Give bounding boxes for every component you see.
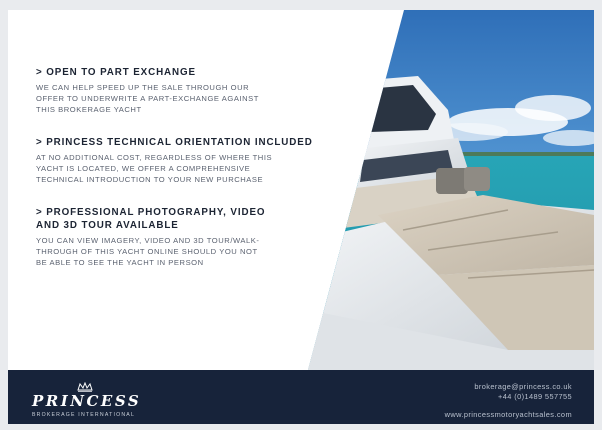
offer-heading: > PRINCESS TECHNICAL ORIENTATION INCLUDE… — [36, 137, 313, 148]
offer-description: WE CAN HELP SPEED UP THE SALE THROUGH OU… — [36, 83, 259, 114]
contact-email-link[interactable]: brokerage@princess.co.uk — [474, 382, 572, 391]
brand-wordmark: PRINCESS — [32, 392, 142, 410]
offer-technical-orientation: > PRINCESS TECHNICAL ORIENTATION INCLUDE… — [36, 136, 336, 185]
offers-list: > OPEN TO PART EXCHANGE WE CAN HELP SPEE… — [36, 66, 336, 289]
brand-subtitle: BROKERAGE INTERNATIONAL — [32, 412, 136, 418]
offer-description: AT NO ADDITIONAL COST, REGARDLESS OF WHE… — [36, 153, 273, 184]
offer-part-exchange: > OPEN TO PART EXCHANGE WE CAN HELP SPEE… — [36, 66, 336, 115]
crown-icon — [76, 382, 94, 392]
brochure-card: > OPEN TO PART EXCHANGE WE CAN HELP SPEE… — [8, 10, 594, 424]
offer-photography: > PROFESSIONAL PHOTOGRAPHY, VIDEO AND 3D… — [36, 206, 336, 268]
footer-bar: PRINCESS BROKERAGE INTERNATIONAL brokera… — [8, 370, 594, 424]
offer-heading: > OPEN TO PART EXCHANGE — [36, 67, 196, 78]
website-link[interactable]: www.princessmotoryachtsales.com — [445, 410, 572, 419]
offer-description: YOU CAN VIEW IMAGERY, VIDEO AND 3D TOUR/… — [36, 236, 260, 267]
contact-phone[interactable]: +44 (0)1489 557755 — [498, 392, 572, 401]
yacht-deck-sunpad-image — [308, 10, 594, 370]
offer-heading: > PROFESSIONAL PHOTOGRAPHY, VIDEO AND 3D… — [36, 207, 266, 231]
princess-logo[interactable]: PRINCESS BROKERAGE INTERNATIONAL — [32, 382, 172, 420]
